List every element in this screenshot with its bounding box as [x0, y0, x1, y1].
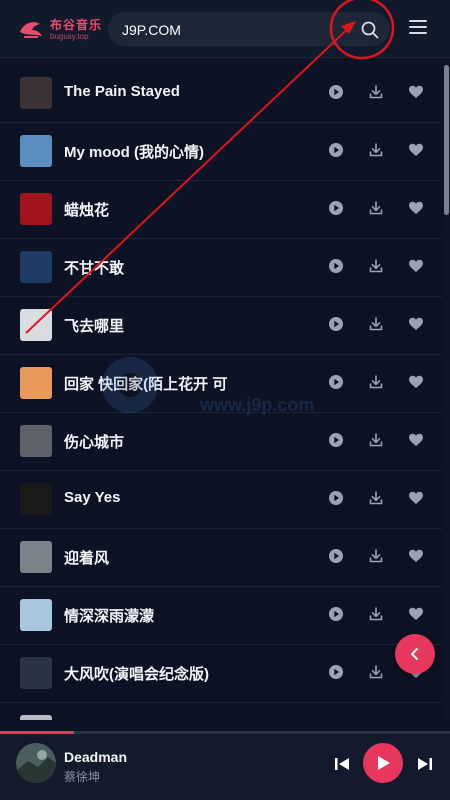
collapse-button[interactable] — [395, 634, 435, 674]
play-button[interactable] — [363, 743, 403, 783]
song-cover[interactable] — [20, 135, 52, 167]
play-icon — [378, 756, 390, 770]
song-row[interactable]: My mood (我的心情) — [0, 123, 442, 181]
download-icon[interactable] — [368, 606, 384, 622]
player-bar: Deadman 蔡徐坤 — [0, 734, 450, 800]
song-title[interactable]: 迎着风 — [64, 547, 244, 568]
song-title[interactable]: My mood (我的心情) — [64, 141, 244, 162]
song-cover[interactable] — [20, 715, 52, 720]
logo-subtitle: bugusy.top — [50, 32, 89, 41]
song-row[interactable]: 飞去哪里 — [0, 297, 442, 355]
song-title[interactable]: 大风吹(演唱会纪念版) — [64, 663, 244, 684]
song-row[interactable]: Say Yes — [0, 471, 442, 529]
song-row[interactable]: The Pain Stayed — [0, 65, 442, 123]
chevron-left-icon — [411, 648, 418, 660]
heart-icon[interactable] — [408, 142, 424, 158]
search-box — [108, 12, 390, 46]
song-cover[interactable] — [20, 193, 52, 225]
download-icon[interactable] — [368, 664, 384, 680]
song-title[interactable]: 不甘不敢 — [64, 257, 244, 278]
scrollbar-thumb[interactable] — [444, 65, 449, 215]
watermark-text: www.j9p.com — [200, 395, 315, 415]
song-cover[interactable] — [20, 251, 52, 283]
download-icon[interactable] — [368, 548, 384, 564]
heart-icon[interactable] — [408, 374, 424, 390]
play-circle-icon[interactable] — [328, 84, 344, 100]
scrollbar[interactable] — [443, 65, 450, 720]
download-icon[interactable] — [368, 432, 384, 448]
logo-title: 布谷音乐 — [50, 18, 103, 32]
song-title[interactable]: 蜡烛花 — [64, 199, 244, 220]
song-row[interactable]: 蜡烛花 — [0, 181, 442, 239]
download-icon[interactable] — [368, 142, 384, 158]
song-row[interactable]: 大风吹(演唱会纪念版) — [0, 645, 442, 703]
song-row[interactable]: 情深深雨濛濛 — [0, 587, 442, 645]
play-circle-icon[interactable] — [328, 606, 344, 622]
heart-icon[interactable] — [408, 316, 424, 332]
song-cover[interactable] — [20, 599, 52, 631]
download-icon[interactable] — [368, 258, 384, 274]
song-title[interactable]: Say Yes — [64, 489, 244, 506]
heart-icon[interactable] — [408, 548, 424, 564]
play-circle-icon[interactable] — [328, 490, 344, 506]
play-circle-icon[interactable] — [328, 258, 344, 274]
download-icon[interactable] — [368, 490, 384, 506]
play-circle-icon[interactable] — [328, 432, 344, 448]
heart-icon[interactable] — [408, 490, 424, 506]
watermark-logo-icon — [102, 357, 158, 413]
song-cover[interactable] — [20, 657, 52, 689]
now-playing-artist: 蔡徐坤 — [64, 770, 101, 784]
song-title[interactable]: 伤心城市 — [64, 431, 244, 452]
skip-previous-icon[interactable] — [333, 756, 351, 772]
song-cover[interactable] — [20, 367, 52, 399]
heart-icon[interactable] — [408, 606, 424, 622]
heart-icon[interactable] — [408, 432, 424, 448]
song-cover[interactable] — [20, 425, 52, 457]
song-title[interactable]: 情深深雨濛濛 — [64, 605, 244, 626]
play-circle-icon[interactable] — [328, 664, 344, 680]
logo-bird-icon — [20, 22, 42, 38]
song-title[interactable]: 飞去哪里 — [64, 315, 244, 336]
now-playing-title: Deadman — [64, 749, 128, 765]
header: 布谷音乐 bugusy.top — [0, 0, 450, 58]
song-cover[interactable] — [20, 483, 52, 515]
heart-icon[interactable] — [408, 84, 424, 100]
search-icon[interactable] — [360, 20, 380, 40]
song-row[interactable]: 牡行 — [0, 703, 442, 720]
hamburger-menu-icon[interactable] — [409, 20, 427, 36]
song-title[interactable]: The Pain Stayed — [64, 83, 244, 100]
heart-icon[interactable] — [408, 200, 424, 216]
song-cover[interactable] — [20, 77, 52, 109]
song-cover[interactable] — [20, 309, 52, 341]
play-circle-icon[interactable] — [328, 200, 344, 216]
download-icon[interactable] — [368, 316, 384, 332]
play-circle-icon[interactable] — [328, 548, 344, 564]
now-playing-cover[interactable] — [16, 743, 56, 783]
song-cover[interactable] — [20, 541, 52, 573]
download-icon[interactable] — [368, 84, 384, 100]
watermark: www.j9p.com — [100, 350, 380, 430]
heart-icon[interactable] — [408, 258, 424, 274]
play-circle-icon[interactable] — [328, 316, 344, 332]
skip-next-icon[interactable] — [416, 756, 434, 772]
play-circle-icon[interactable] — [328, 142, 344, 158]
download-icon[interactable] — [368, 200, 384, 216]
song-row[interactable]: 迎着风 — [0, 529, 442, 587]
app-logo[interactable]: 布谷音乐 bugusy.top — [18, 14, 102, 44]
search-input[interactable] — [120, 19, 324, 41]
song-row[interactable]: 不甘不敢 — [0, 239, 442, 297]
